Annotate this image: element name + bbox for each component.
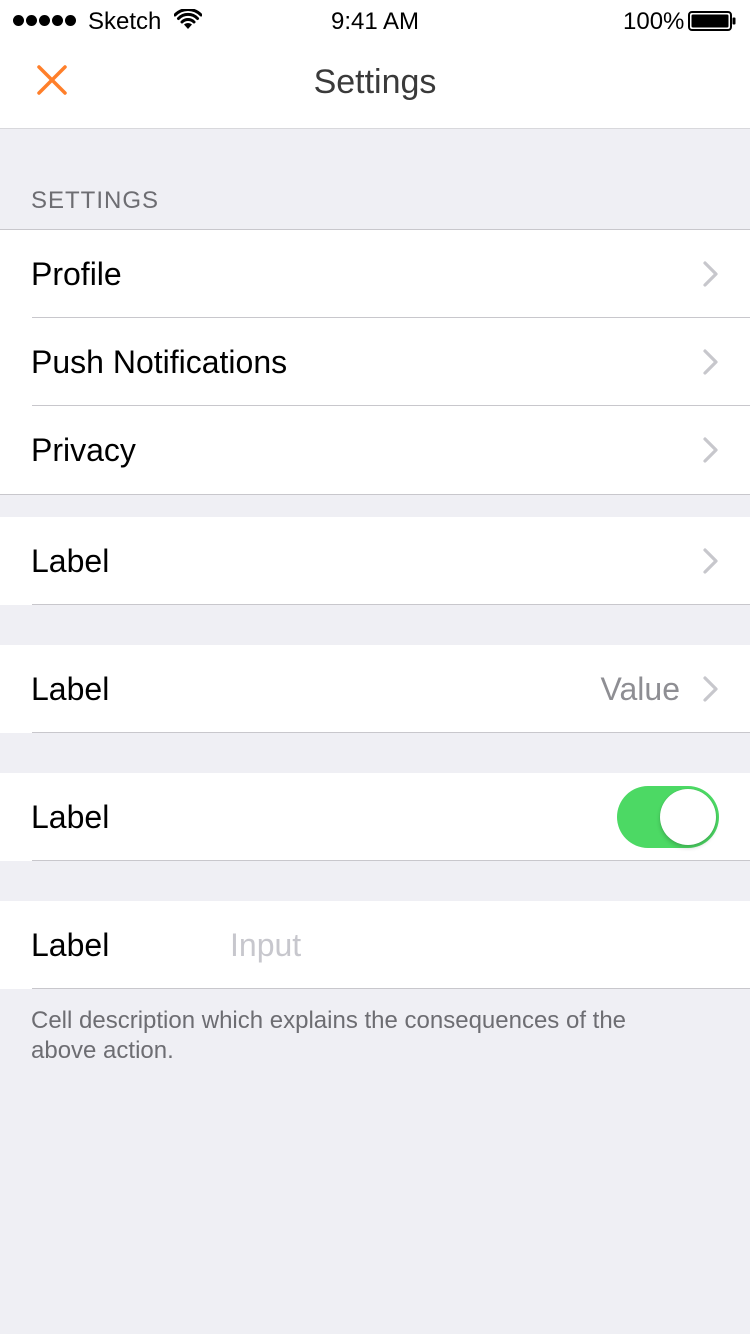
- toggle-knob: [660, 789, 716, 845]
- settings-group: Profile Push Notifications Privacy: [0, 229, 750, 495]
- battery-percent: 100%: [623, 8, 685, 35]
- chevron-right-icon: [703, 676, 718, 702]
- value-group: Label Value: [0, 645, 750, 733]
- settings-item-label: Push Notifications: [31, 344, 288, 380]
- navigation-bar: Settings: [0, 40, 750, 129]
- chevron-right-icon: [703, 548, 718, 574]
- settings-item-label: Profile: [31, 256, 122, 292]
- settings-item-profile[interactable]: Profile: [0, 230, 750, 318]
- settings-item-label: Privacy: [31, 432, 136, 468]
- settings-item-privacy[interactable]: Privacy: [0, 406, 750, 494]
- cell-value: Value: [600, 671, 680, 707]
- cell-label: Label: [31, 799, 110, 835]
- cell-label: Label: [31, 543, 110, 579]
- input-cell: Label: [0, 901, 750, 989]
- cell-description: Cell description which explains the cons…: [31, 1007, 627, 1064]
- settings-item-push-notifications[interactable]: Push Notifications: [0, 318, 750, 406]
- section-header: SETTINGS: [31, 187, 160, 214]
- chevron-right-icon: [703, 349, 718, 375]
- cell-label: Label: [31, 927, 110, 963]
- chevron-right-icon: [703, 261, 718, 287]
- toggle-cell: Label: [0, 773, 750, 861]
- input-group: Label: [0, 901, 750, 989]
- disclosure-cell[interactable]: Label: [0, 517, 750, 605]
- battery-icon: [688, 11, 736, 31]
- toggle-group: Label: [0, 773, 750, 861]
- disclosure-group: Label: [0, 517, 750, 605]
- page-title: Settings: [313, 63, 437, 101]
- text-input[interactable]: [230, 919, 710, 971]
- toggle-switch[interactable]: [617, 786, 719, 848]
- chevron-right-icon: [703, 437, 718, 463]
- status-bar: Sketch 9:41 AM 100%: [0, 0, 750, 40]
- value-cell[interactable]: Label Value: [0, 645, 750, 733]
- cell-label: Label: [31, 671, 110, 707]
